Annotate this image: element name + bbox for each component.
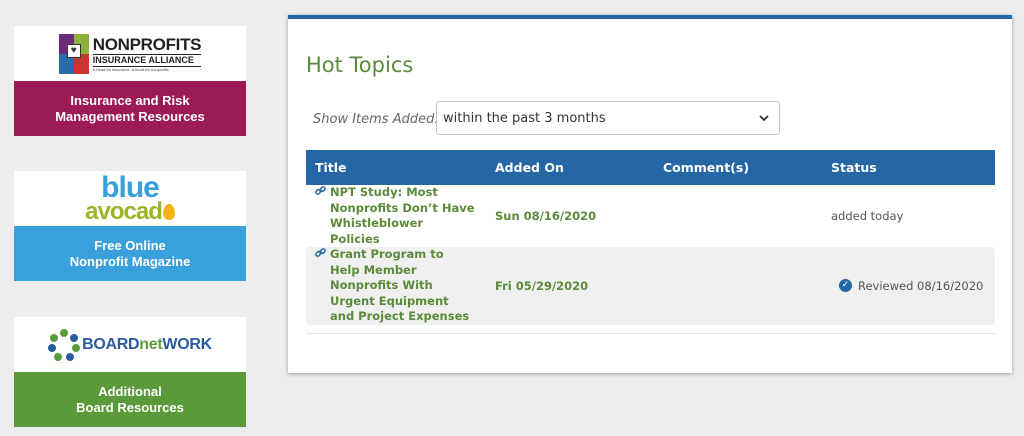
boardnetwork-logo-part1: BOARD [82,335,140,353]
nia-banner-line2: Management Resources [55,108,205,124]
boardnetwork-logo-part3: WORK [162,335,212,353]
title-cell: NPT Study: Most Nonprofits Don’t Have Wh… [306,185,486,247]
topic-link[interactable]: Grant Program to Help Member Nonprofits … [315,247,475,325]
blue-avocado-card[interactable]: blue avocad Free Online Nonprofit Magazi… [14,171,246,281]
filter-label: Show Items Added: [313,112,439,127]
nia-logo-tagline: A head for insurance. A heart for nonpro… [92,66,170,72]
nia-logo: ♥ NONPROFITS INSURANCE ALLIANCE A head f… [14,26,246,81]
title-cell: Grant Program to Help Member Nonprofits … [306,247,486,325]
topics-table: Title Added On Comment(s) Status NPT Stu… [306,150,995,325]
boardnetwork-logo-part2: net [139,335,163,353]
link-icon [315,185,326,201]
boardnetwork-banner[interactable]: Additional Board Resources [14,372,246,427]
nia-logo-subname: INSURANCE ALLIANCE [92,53,202,67]
nia-banner[interactable]: Insurance and Risk Management Resources [14,81,246,136]
status-text: Reviewed 08/16/2020 [858,278,984,293]
boardnetwork-card[interactable]: BOARDnetWORK Additional Board Resources [14,317,246,427]
chevron-down-icon [759,112,769,125]
table-header-row: Title Added On Comment(s) Status [306,150,995,185]
column-header-status[interactable]: Status [822,150,995,185]
nia-banner-line1: Insurance and Risk [70,92,190,108]
hot-topics-panel: Hot Topics Show Items Added: within the … [288,15,1012,373]
blue-avocado-logo-line2: avocad [85,198,163,226]
table-divider [306,333,995,334]
check-circle-icon: ✓ [839,279,852,293]
link-icon [315,247,326,263]
column-header-title[interactable]: Title [306,150,486,185]
blue-avocado-logo-line1: blue [101,171,160,205]
topic-title: Grant Program to Help Member Nonprofits … [330,247,470,323]
topic-link[interactable]: NPT Study: Most Nonprofits Don’t Have Wh… [315,185,475,247]
status-cell: ✓ Reviewed 08/16/2020 [822,247,995,325]
blue-avocado-banner[interactable]: Free Online Nonprofit Magazine [14,226,246,281]
boardnetwork-banner-line2: Board Resources [76,399,184,415]
avocado-drop-icon [162,204,175,220]
comments-cell [654,247,822,325]
blue-avocado-banner-line2: Nonprofit Magazine [69,253,191,269]
table-row: Grant Program to Help Member Nonprofits … [306,247,995,325]
page-title: Hot Topics [306,53,414,77]
blue-avocado-logo: blue avocad [14,171,246,226]
people-circle-icon [48,328,81,361]
column-header-comments[interactable]: Comment(s) [654,150,822,185]
status-text: added today [831,209,904,223]
boardnetwork-logo: BOARDnetWORK [14,317,246,372]
nia-resources-card[interactable]: ♥ NONPROFITS INSURANCE ALLIANCE A head f… [14,26,246,136]
comments-cell [654,185,822,247]
status-cell: added today [822,185,995,247]
added-on-cell: Sun 08/16/2020 [486,185,654,247]
nia-logo-mark-icon: ♥ [58,33,89,74]
blue-avocado-banner-line1: Free Online [94,237,166,253]
table-row: NPT Study: Most Nonprofits Don’t Have Wh… [306,185,995,247]
boardnetwork-banner-line1: Additional [98,383,162,399]
column-header-added-on[interactable]: Added On [486,150,654,185]
items-added-select-value: within the past 3 months [443,110,606,126]
topic-title: NPT Study: Most Nonprofits Don’t Have Wh… [330,185,475,246]
added-on-cell: Fri 05/29/2020 [486,247,654,325]
items-added-select[interactable]: within the past 3 months [436,101,780,135]
nia-logo-name: NONPROFITS [92,34,202,54]
status-reviewed: ✓ Reviewed 08/16/2020 [839,279,986,293]
